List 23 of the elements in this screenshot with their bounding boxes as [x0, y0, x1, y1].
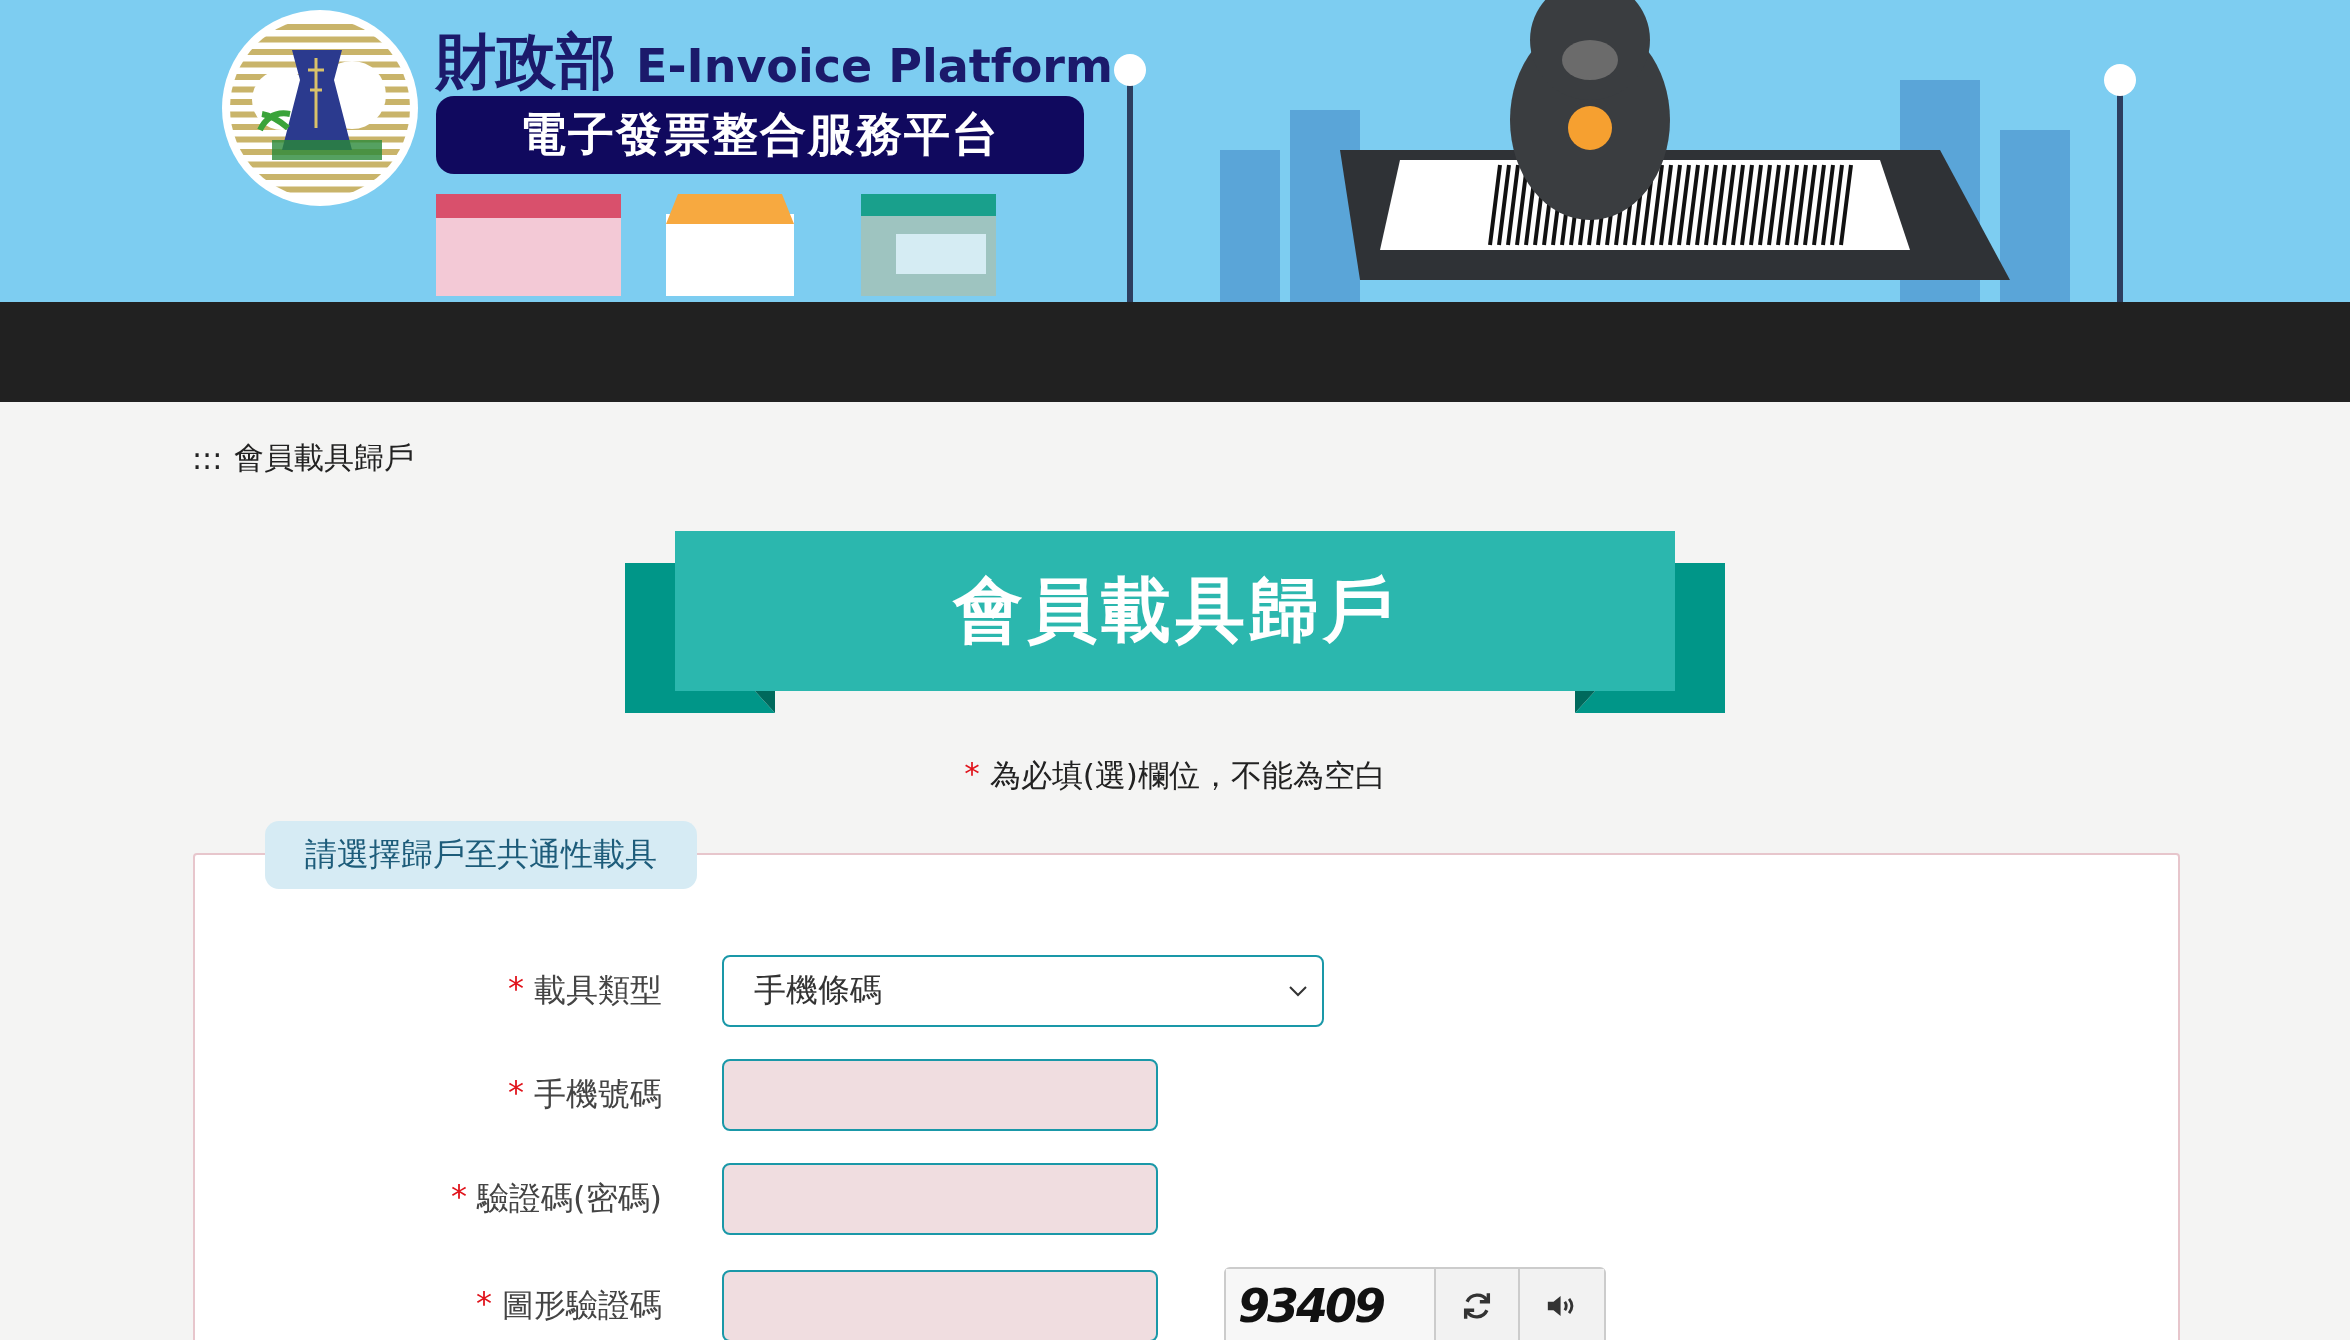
carrier-type-select[interactable]: 手機條碼 [722, 955, 1324, 1027]
required-note: 為必填(選)欄位，不能為空白 [989, 756, 1386, 795]
field-label: 驗證碼(密碼) [477, 1178, 662, 1219]
input-field[interactable] [722, 1163, 1158, 1235]
input-field[interactable] [722, 1270, 1158, 1340]
required-mark: * [476, 1284, 492, 1324]
input-field[interactable] [722, 1059, 1158, 1131]
form-legend: 請選擇歸戶至共通性載具 [265, 821, 697, 889]
platform-english-name: E-Invoice Platform [636, 39, 1113, 93]
field-label: 手機號碼 [534, 1074, 662, 1115]
ministry-name: 財政部 [436, 28, 616, 94]
required-mark: * [451, 1177, 468, 1217]
page-title: 會員載具歸戶 [675, 531, 1675, 691]
captcha-image: 93409 [1226, 1269, 1436, 1340]
breadcrumb-current: 會員載具歸戶 [234, 439, 415, 477]
field-label: 圖形驗證碼 [502, 1285, 662, 1326]
breadcrumb-marker: ::: [192, 441, 223, 476]
required-mark: * [508, 969, 524, 1009]
field-label: 載具類型 [534, 970, 662, 1011]
required-mark: * [964, 755, 980, 793]
platform-name: 電子發票整合服務平台 [436, 96, 1084, 174]
required-mark: * [508, 1073, 524, 1113]
chevron-down-icon [1288, 985, 1308, 997]
